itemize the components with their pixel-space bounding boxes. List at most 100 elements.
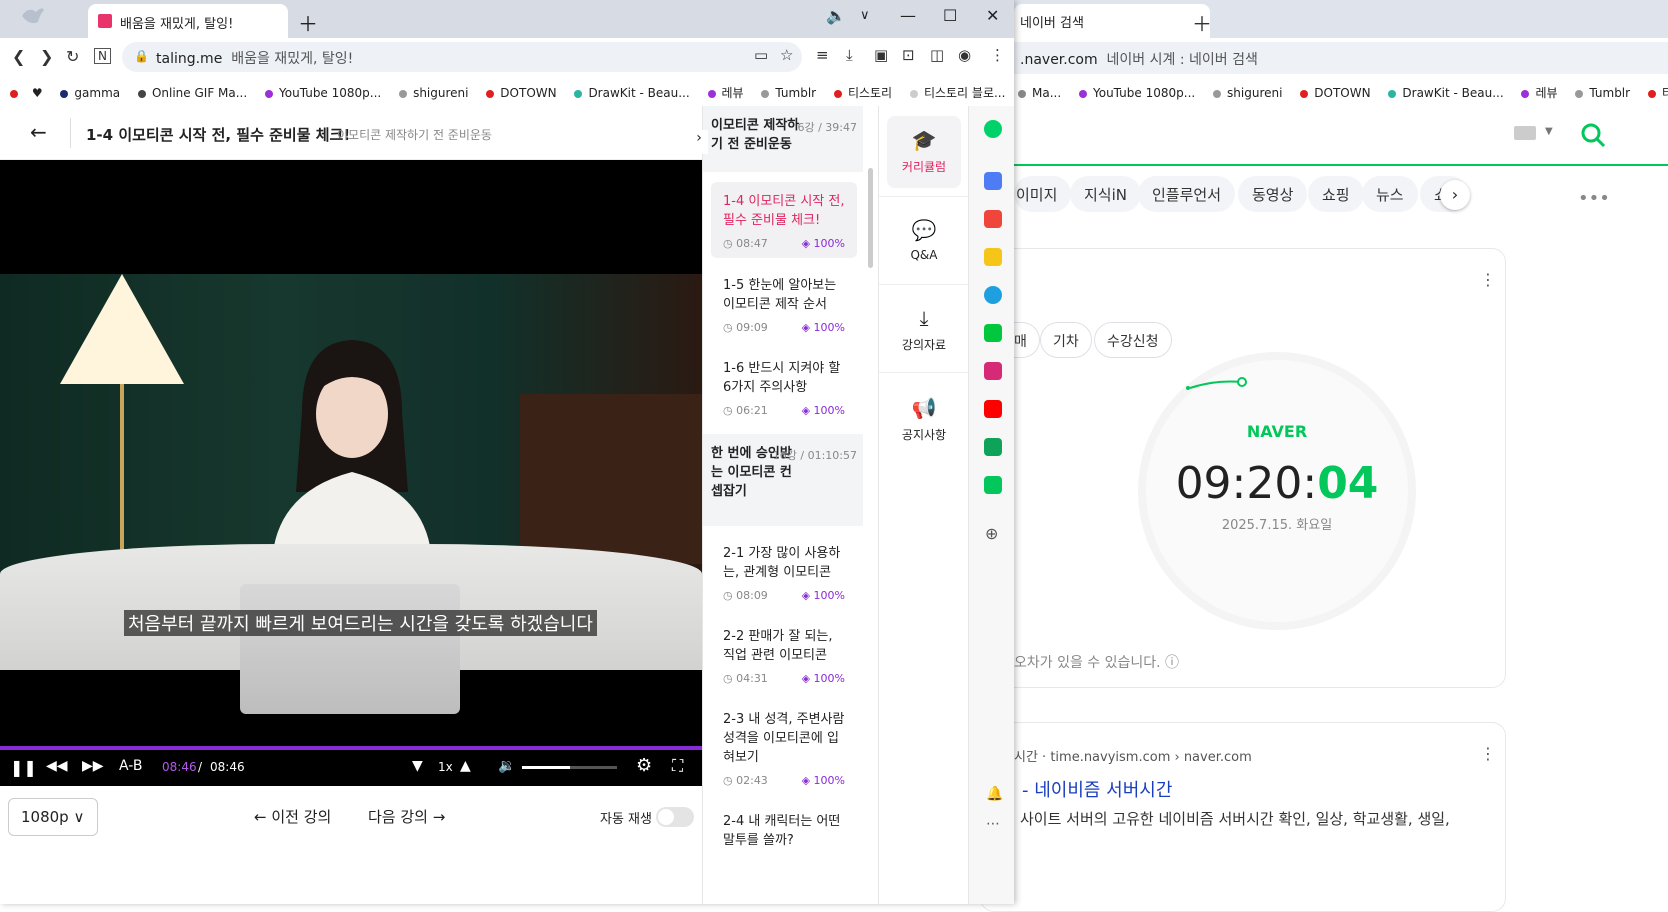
settings-icon[interactable]: ⚙ (636, 755, 652, 776)
nav-tab-news[interactable]: 뉴스 (1362, 176, 1418, 212)
maximize-icon[interactable]: ☐ (943, 6, 957, 25)
naver-app-icon[interactable] (984, 476, 1002, 494)
nav-tab-kin[interactable]: 지식iN (1070, 176, 1141, 212)
kebab-menu-icon[interactable]: ⋮ (1480, 744, 1496, 763)
nav-tab-images[interactable]: 이미지 (1014, 176, 1072, 212)
bookmark-item[interactable]: DrawKit - Beau... (574, 86, 690, 100)
materials-tab[interactable]: ⤓ 강의자료 (887, 294, 961, 366)
tools-icon[interactable] (984, 172, 1002, 190)
bookmark-item[interactable]: YouTube 1080p... (1078, 86, 1195, 100)
bookmark-item[interactable]: YouTube 1080p... (265, 86, 381, 100)
add-icon[interactable]: ⊕ (985, 524, 998, 543)
cast-icon[interactable]: ▭ (754, 46, 768, 64)
quality-select[interactable]: 1080p ∨ (8, 798, 98, 836)
minimize-icon[interactable]: — (900, 6, 916, 25)
video-icon[interactable]: ▣ (874, 46, 888, 64)
section-header[interactable]: 한 번에 승인받는 이모티콘 컨셉잡기 16강 / 01:10:57 (703, 434, 863, 526)
lecture-item[interactable]: 2-4 내 캐릭터는 어떤 말투를 쓸까? (711, 802, 857, 860)
profile-icon[interactable]: ◉ (958, 46, 971, 64)
webtoon-icon[interactable] (984, 324, 1002, 342)
chip[interactable]: 기차 (1040, 322, 1092, 358)
bookmark-item[interactable]: DOTOWN (1300, 86, 1371, 100)
bookmark-item[interactable]: gamma (60, 86, 120, 100)
star-app-icon[interactable] (984, 248, 1002, 266)
tab-search-chevron-icon[interactable]: ∨ (860, 8, 870, 23)
pocket-icon[interactable] (984, 210, 1002, 228)
url-field[interactable]: 🔒 taling.me 배움을 재밌게, 탈잉! (122, 42, 802, 72)
lecture-item[interactable]: 1-5 한눈에 알아보는 이모티콘 제작 순서 ◷ 09:09 ◈ 100% (711, 266, 857, 342)
more-icon[interactable]: ••• (1578, 188, 1610, 209)
naver-n-icon[interactable]: N (94, 48, 111, 64)
nav-tab-influencer[interactable]: 인플루언서 (1138, 176, 1236, 212)
favorite-star-icon[interactable]: ☆ (780, 46, 793, 64)
reading-list-icon[interactable]: ≡ (816, 46, 829, 64)
bookmark-item[interactable]: 티 (1647, 84, 1668, 101)
speaker-icon[interactable]: 🔈 (826, 6, 846, 25)
result-title-link[interactable]: - 네이비즘 서버시간 (1022, 776, 1172, 802)
new-tab-icon[interactable]: ＋ (298, 8, 318, 37)
volume-icon[interactable]: 🔉 (498, 758, 515, 774)
bookmark-item[interactable]: DrawKit - Beau... (1388, 86, 1504, 100)
speed-down-icon[interactable]: ▼ (412, 758, 423, 774)
screenshot-icon[interactable]: ⊡ (902, 46, 915, 64)
curriculum-tab[interactable]: 🎓 커리큘럼 (887, 116, 961, 188)
download-icon[interactable]: ⤓ (846, 46, 853, 64)
site-info-icon[interactable]: 🔒 (134, 49, 149, 63)
bookmark-item[interactable] (10, 86, 24, 100)
keyboard-icon[interactable] (1514, 126, 1536, 140)
back-tab[interactable]: 네이버 검색 (1014, 4, 1210, 38)
forward-arrow-icon[interactable]: ❯ (40, 47, 53, 66)
back-url-field[interactable]: .naver.com 네이버 시계 : 네이버 검색 (1014, 42, 1668, 74)
rewind-icon[interactable]: ◀◀ (46, 758, 68, 774)
lecture-item[interactable]: 2-3 내 성격, 주변사람 성격을 이모티콘에 입혀보기 ◷ 02:43 ◈ 10… (711, 700, 857, 795)
chip[interactable]: 수강신청 (1094, 322, 1172, 358)
bookmark-item[interactable]: Tumblr (1575, 86, 1630, 100)
instagram-icon[interactable] (984, 362, 1002, 380)
bookmark-item[interactable]: shigureni (399, 86, 468, 100)
active-tab[interactable]: 배움을 재밌게, 탈잉! (88, 4, 288, 38)
bookmark-item[interactable]: 레뷰 (1521, 84, 1558, 101)
bookmark-item[interactable]: Ma... (1018, 86, 1061, 100)
collapse-chevron-icon[interactable]: › (690, 130, 708, 154)
edge-icon[interactable] (984, 286, 1002, 304)
split-view-icon[interactable]: ◫ (930, 46, 944, 64)
chevron-down-icon[interactable]: ▼ (1545, 126, 1553, 137)
chevron-right-icon[interactable]: › (1440, 180, 1470, 210)
back-arrow-icon[interactable]: ❮ (12, 47, 25, 66)
nav-tab-video[interactable]: 동영상 (1238, 176, 1308, 212)
video-player[interactable] (0, 160, 702, 746)
search-icon[interactable] (1578, 120, 1608, 150)
bookmark-item[interactable]: 레뷰 (707, 84, 744, 101)
close-icon[interactable]: ✕ (986, 6, 999, 25)
speed-up-icon[interactable]: ▲ (460, 758, 471, 774)
ab-repeat-button[interactable]: A-B (119, 758, 142, 774)
qa-tab[interactable]: 💬 Q&A (887, 206, 961, 278)
curriculum-scrollbar[interactable] (868, 168, 873, 268)
copilot-icon[interactable] (984, 120, 1002, 138)
lecture-item[interactable]: 1-6 반드시 지켜야 할 6가지 주의사항 ◷ 06:21 ◈ 100% (711, 349, 857, 425)
nav-tab-shopping[interactable]: 쇼핑 (1308, 176, 1364, 212)
bookmark-item[interactable]: shigureni (1213, 86, 1282, 100)
lecture-item-active[interactable]: 1-4 이모티콘 시작 전, 필수 준비물 체크! ◷ 08:47 ◈ 100% (711, 182, 857, 258)
more-icon[interactable]: ⋮ (990, 46, 1005, 64)
fast-forward-icon[interactable]: ▶▶ (82, 758, 104, 774)
bookmark-item[interactable]: ♥ (32, 86, 43, 100)
more-icon[interactable]: ⋯ (986, 816, 1000, 832)
reload-icon[interactable]: ↻ (66, 47, 79, 66)
bookmark-item[interactable]: DOTOWN (486, 86, 557, 100)
bookmark-item[interactable]: 티스토리 블로... (909, 84, 1005, 101)
notice-tab[interactable]: 📢 공지사항 (887, 384, 961, 456)
result-source[interactable]: 시간 · time.navyism.com › naver.com (1014, 746, 1252, 765)
lecture-item[interactable]: 2-2 판매가 잘 되는, 직업 관련 이모티콘 ◷ 04:31 ◈ 100% (711, 617, 857, 693)
prev-lecture-button[interactable]: ← 이전 강의 (254, 806, 331, 827)
notification-bell-icon[interactable]: 🔔 (986, 786, 1003, 802)
youtube-icon[interactable] (984, 400, 1002, 418)
next-lecture-button[interactable]: 다음 강의 → (368, 806, 445, 827)
lecture-item[interactable]: 2-1 가장 많이 사용하는, 관계형 이모티콘 ◷ 08:09 ◈ 100% (711, 534, 857, 610)
autoplay-toggle[interactable] (656, 807, 694, 827)
bookmark-item[interactable]: Online GIF Ma... (137, 86, 247, 100)
bookmark-item[interactable]: Tumblr (761, 86, 816, 100)
fullscreen-icon[interactable]: ⛶ (672, 756, 683, 776)
kebab-menu-icon[interactable]: ⋮ (1480, 270, 1496, 289)
back-arrow-icon[interactable]: ← (30, 120, 47, 144)
